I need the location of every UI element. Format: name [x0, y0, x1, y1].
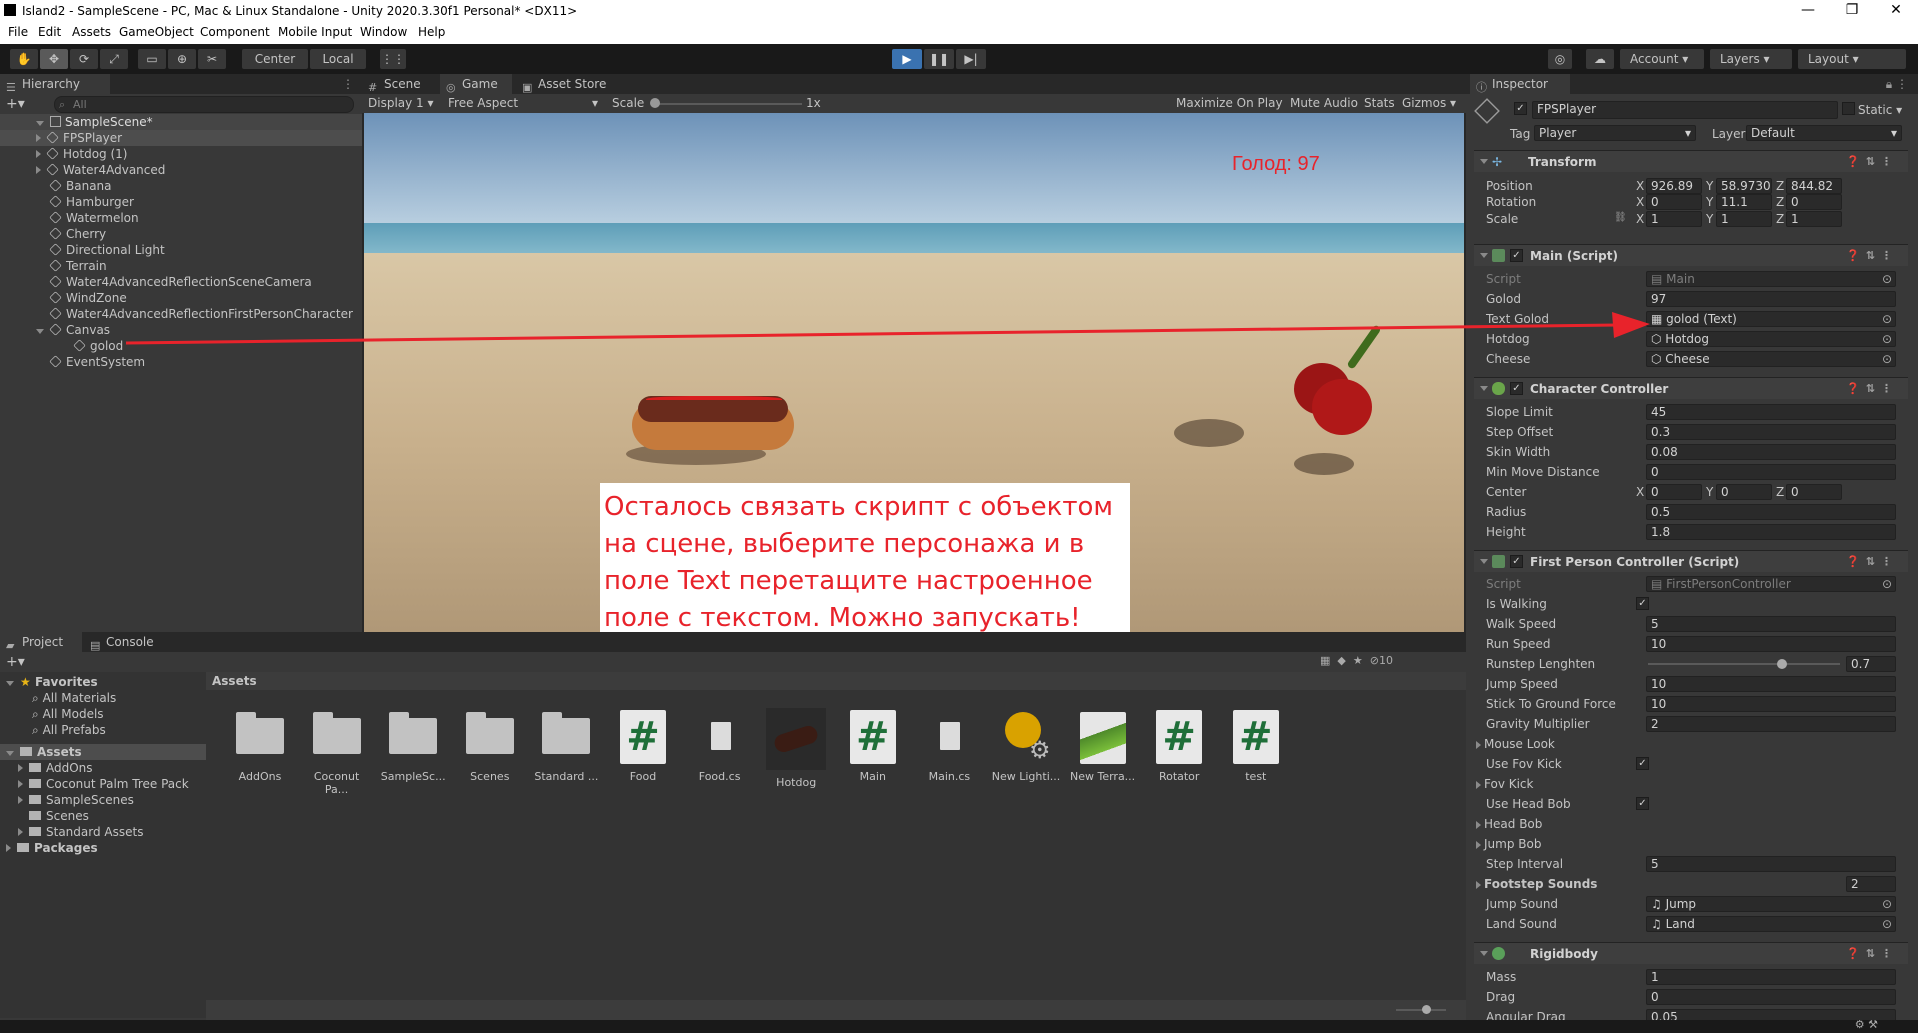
annotation-arrow-line	[125, 323, 1619, 345]
annotation-arrow-head	[1612, 312, 1650, 338]
annotation-arrow	[125, 312, 1650, 345]
